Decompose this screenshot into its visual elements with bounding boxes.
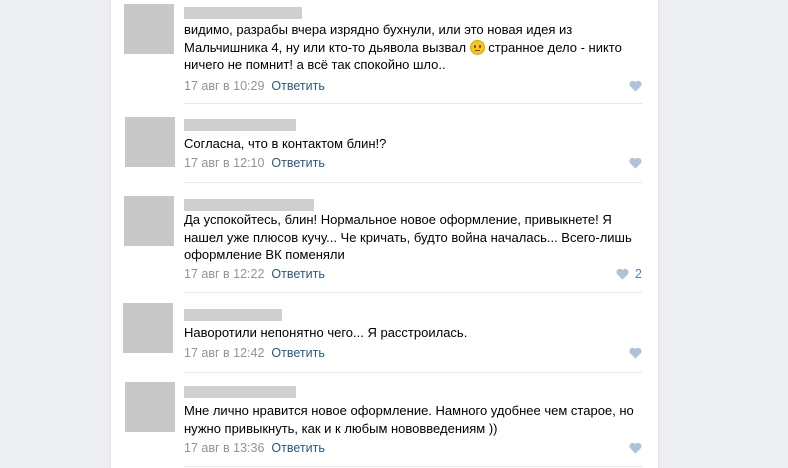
- comment-meta: 17 авг в 12:22 Ответить: [184, 266, 325, 282]
- heart-icon: [629, 442, 642, 454]
- heart-icon: [629, 157, 642, 169]
- comment-text: Согласна, что в контактом блин!?: [184, 136, 387, 151]
- comment-text: Наворотили непонятно чего... Я расстроил…: [184, 325, 468, 340]
- like-button[interactable]: [629, 155, 642, 171]
- comment-text: Да успокойтесь, блин! Нормальное новое о…: [184, 212, 632, 262]
- comment-divider: [184, 292, 642, 293]
- avatar[interactable]: [125, 117, 175, 167]
- heart-icon: [629, 80, 642, 92]
- reply-link[interactable]: Ответить: [271, 267, 324, 281]
- reply-link[interactable]: Ответить: [271, 346, 324, 360]
- reply-link[interactable]: Ответить: [271, 441, 324, 455]
- avatar[interactable]: [124, 196, 174, 246]
- comment-divider: [184, 372, 642, 373]
- author-name-redacted[interactable]: [184, 199, 314, 211]
- neutral-face-emoji-icon: [469, 39, 485, 55]
- reply-link[interactable]: Ответить: [271, 156, 324, 170]
- comment-text: Мне лично нравится новое оформление. Нам…: [184, 403, 634, 436]
- reply-link[interactable]: Ответить: [271, 79, 324, 93]
- comments-panel: видимо, разрабы вчера изрядно бухнули, и…: [110, 0, 659, 468]
- heart-icon: [629, 347, 642, 359]
- like-button[interactable]: 2: [616, 266, 642, 282]
- like-count: 2: [635, 267, 642, 281]
- avatar[interactable]: [125, 382, 175, 432]
- comment-date[interactable]: 17 авг в 13:36: [184, 441, 264, 455]
- author-name-redacted[interactable]: [184, 386, 296, 398]
- like-button[interactable]: [629, 345, 642, 361]
- author-name-redacted[interactable]: [184, 7, 302, 19]
- comment-divider: [184, 103, 642, 104]
- avatar[interactable]: [123, 303, 173, 353]
- comment-meta: 17 авг в 10:29 Ответить: [184, 78, 325, 94]
- comment-date[interactable]: 17 авг в 12:10: [184, 156, 264, 170]
- author-name-redacted[interactable]: [184, 309, 282, 321]
- comment-text: видимо, разрабы вчера изрядно бухнули, и…: [184, 22, 622, 72]
- comment-divider: [184, 466, 642, 467]
- comment-date[interactable]: 17 авг в 10:29: [184, 79, 264, 93]
- heart-icon: [616, 268, 629, 280]
- comment-meta: 17 авг в 12:42 Ответить: [184, 345, 325, 361]
- author-name-redacted[interactable]: [184, 119, 296, 131]
- like-button[interactable]: [629, 78, 642, 94]
- like-button[interactable]: [629, 440, 642, 456]
- comment-date[interactable]: 17 авг в 12:42: [184, 346, 264, 360]
- comment-meta: 17 авг в 12:10 Ответить: [184, 155, 325, 171]
- comment-divider: [184, 182, 642, 183]
- comment-date[interactable]: 17 авг в 12:22: [184, 267, 264, 281]
- comment-meta: 17 авг в 13:36 Ответить: [184, 440, 325, 456]
- avatar[interactable]: [124, 4, 174, 54]
